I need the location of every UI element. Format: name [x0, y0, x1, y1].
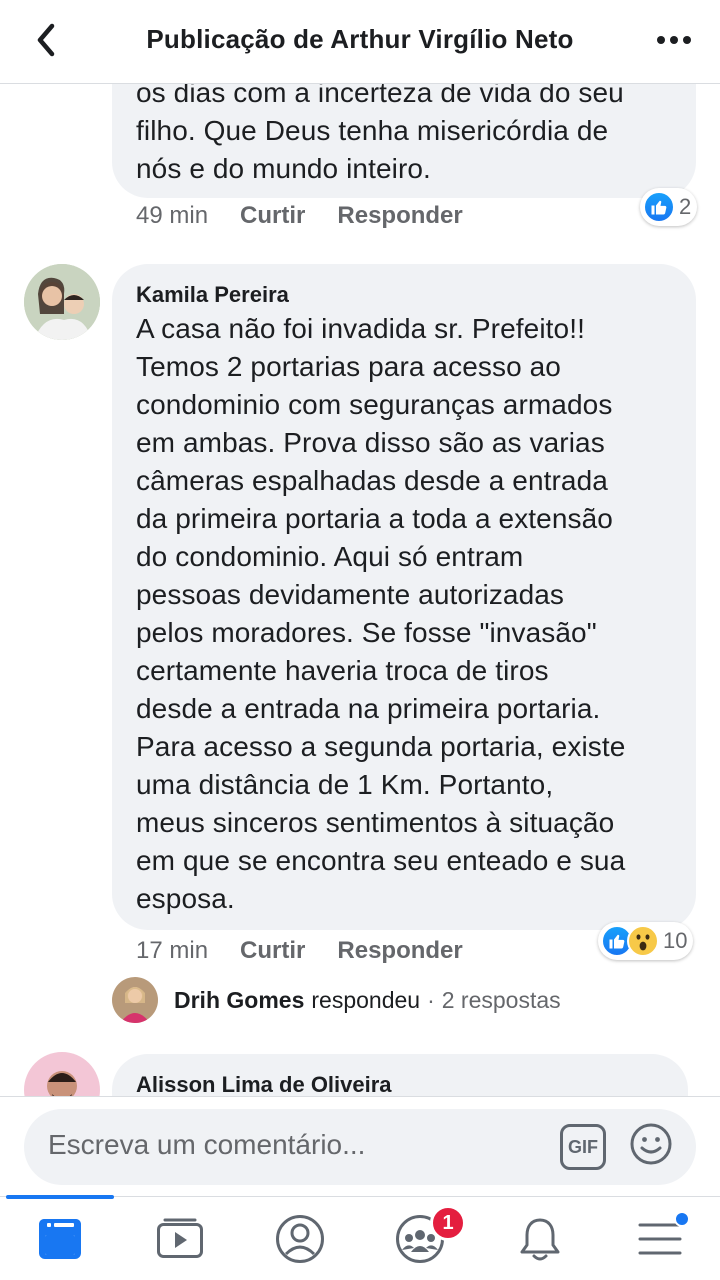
tab-profile[interactable]: [270, 1209, 330, 1269]
comment-text-line: A casa não foi invadida sr. Prefeito!!: [136, 313, 585, 344]
profile-icon: [276, 1215, 324, 1263]
menu-icon: [638, 1223, 682, 1255]
feed-icon: [39, 1219, 81, 1259]
comment-timestamp: 49 min: [136, 202, 209, 229]
reaction-summary[interactable]: 2: [640, 188, 698, 226]
comment-body: A casa não foi invadida sr. Prefeito!! T…: [136, 310, 625, 918]
smiley-icon: [630, 1123, 672, 1165]
notification-badge: 1: [430, 1205, 466, 1241]
like-icon: [643, 191, 675, 223]
notifications-icon: [520, 1218, 560, 1261]
like-button[interactable]: Curtir: [240, 202, 305, 230]
reply-summary[interactable]: Drih Gomes respondeu · 2 respostas: [112, 976, 561, 1024]
bottom-navigation: 1: [0, 1195, 720, 1280]
reply-count: 2 respostas: [441, 986, 561, 1013]
comment-input[interactable]: Escreva um comentário... GIF: [24, 1109, 696, 1185]
comment-text-line: pessoas devidamente autorizadas: [136, 579, 565, 610]
reaction-summary[interactable]: 10: [598, 922, 694, 960]
active-tab-indicator: [6, 1195, 114, 1199]
comment-actions: 49 min Curtir Responder: [136, 202, 495, 230]
reaction-count: 10: [663, 928, 688, 953]
page-title: Publicação de Arthur Virgílio Neto: [146, 24, 574, 54]
comment-composer: Escreva um comentário... GIF: [0, 1096, 720, 1196]
comment-text-line: filho. Que Deus tenha misericórdia de: [136, 115, 609, 146]
comment-text-line: da primeira portaria a toda a extensão: [136, 503, 613, 534]
reply-button[interactable]: Responder: [337, 202, 462, 230]
comment-text-line: em ambas. Prova disso são as varias: [136, 427, 605, 458]
comment-timestamp: 17 min: [136, 937, 209, 964]
reply-avatar: [112, 977, 158, 1023]
top-app-bar: Publicação de Arthur Virgílio Neto: [0, 0, 720, 84]
comment-text-line: Temos 2 portarias para acesso ao: [136, 351, 561, 382]
reply-button[interactable]: Responder: [337, 937, 462, 965]
reply-author: Drih Gomes: [174, 986, 305, 1013]
comment-author[interactable]: Kamila Pereira: [136, 282, 289, 308]
comment-bubble: Kamila Pereira A casa não foi invadida s…: [112, 264, 696, 930]
watch-icon: [157, 1218, 203, 1258]
menu-update-dot: [674, 1211, 690, 1227]
reply-separator: ·: [427, 986, 435, 1013]
tab-notifications[interactable]: [510, 1209, 570, 1269]
comment-actions: 17 min Curtir Responder: [136, 937, 495, 965]
comment-text-line: Para acesso a segunda portaria, existe: [136, 731, 626, 762]
comment-text-line: condominio com seguranças armados: [136, 389, 613, 420]
comment-text-line: certamente haveria troca de tiros: [136, 655, 549, 686]
avatar[interactable]: [24, 264, 100, 340]
comment-input-placeholder: Escreva um comentário...: [48, 1129, 366, 1160]
comment-author[interactable]: Alisson Lima de Oliveira: [136, 1072, 392, 1098]
more-dots-icon: [657, 36, 691, 44]
more-options-button[interactable]: [652, 22, 696, 58]
comment-text-line: nós e do mundo inteiro.: [136, 153, 431, 184]
comment-text-line: uma distância de 1 Km. Portanto,: [136, 769, 554, 800]
gif-button[interactable]: GIF: [560, 1124, 606, 1170]
tab-feed[interactable]: [30, 1209, 90, 1269]
comment-text-line: câmeras espalhadas desde a entrada: [136, 465, 608, 496]
tab-watch[interactable]: [150, 1209, 210, 1269]
like-button[interactable]: Curtir: [240, 937, 305, 965]
wow-icon: [627, 925, 659, 957]
comment-text-line: do condominio. Aqui só entram: [136, 541, 524, 572]
comment-text-line: pelos moradores. Se fosse "invasão": [136, 617, 597, 648]
comment-text-line: meus sinceros sentimentos à situação: [136, 807, 615, 838]
comment-text-line: desde a entrada na primeira portaria.: [136, 693, 601, 724]
reaction-count: 2: [679, 194, 692, 219]
comment-text-line: esposa.: [136, 883, 235, 914]
reply-action-text: respondeu: [311, 986, 421, 1013]
emoji-button[interactable]: [628, 1121, 674, 1167]
comment-text-line: em que se encontra seu enteado e sua: [136, 845, 626, 876]
